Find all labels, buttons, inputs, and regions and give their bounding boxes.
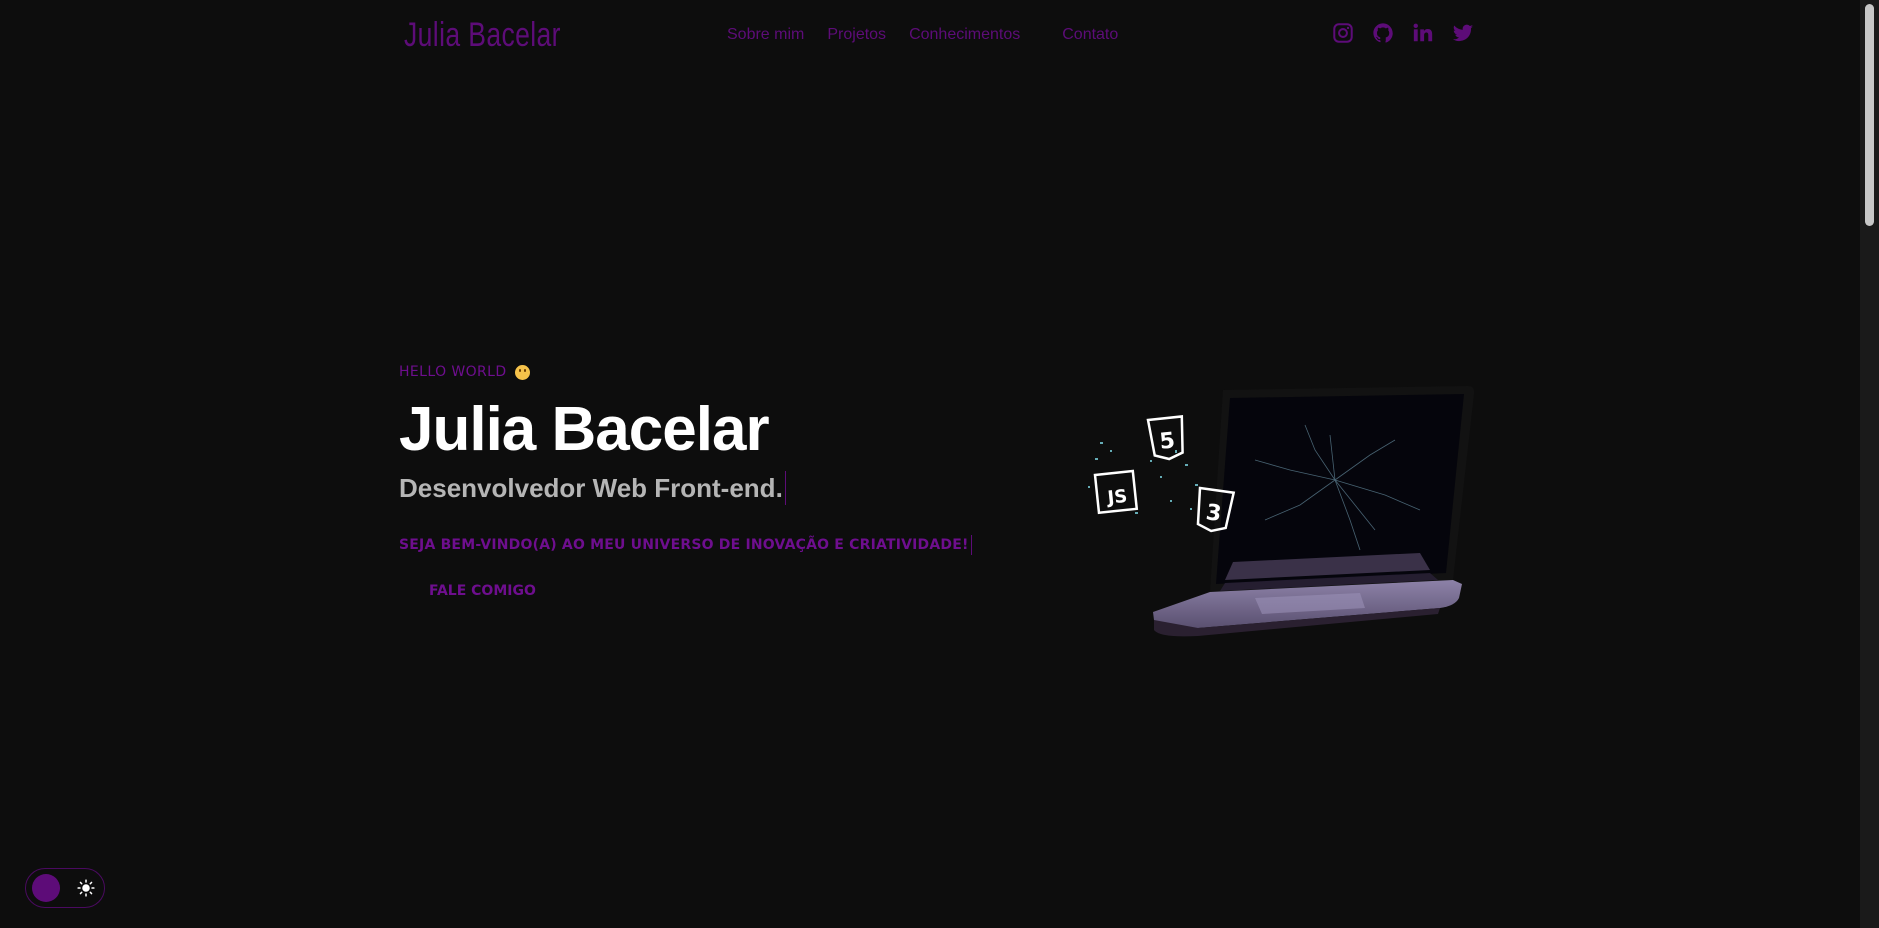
typing-caret	[970, 535, 972, 555]
nav-link-sobre-mim[interactable]: Sobre mim	[727, 26, 804, 44]
twitter-icon[interactable]	[1452, 22, 1474, 44]
html5-badge-text: 5	[1158, 428, 1176, 454]
page-scrollbar[interactable]	[1860, 0, 1879, 928]
javascript-badge-text: JS	[1105, 486, 1129, 509]
html5-badge: 5	[1146, 415, 1184, 461]
logo[interactable]: Julia Bacelar	[404, 16, 561, 55]
scrollbar-thumb[interactable]	[1865, 4, 1874, 226]
hero-role: Desenvolvedor Web Front-end.	[399, 472, 783, 503]
sun-icon	[77, 879, 95, 897]
nav-link-conhecimentos[interactable]: Conhecimentos	[909, 26, 1020, 44]
welcome-text: SEJA BEM-VINDO(A) AO MEU UNIVERSO DE INO…	[399, 535, 972, 555]
navbar: Julia Bacelar Sobre mim Projetos Conheci…	[0, 0, 1860, 72]
toggle-knob	[32, 874, 60, 902]
welcome-message: SEJA BEM-VINDO(A) AO MEU UNIVERSO DE INO…	[399, 537, 969, 553]
hero-title: Julia Bacelar	[399, 395, 770, 464]
main-menu: Sobre mim Projetos Conhecimentos Contato	[727, 26, 1141, 44]
theme-toggle[interactable]	[25, 868, 105, 908]
nav-link-projetos[interactable]: Projetos	[827, 26, 886, 44]
hero-section: HELLO WORLD Julia Bacelar Desenvolvedor …	[399, 364, 972, 599]
instagram-icon[interactable]	[1332, 22, 1354, 44]
laptop-illustration: 5 JS 3	[1050, 380, 1480, 645]
typing-caret	[784, 471, 786, 505]
greeting-text: HELLO WORLD	[399, 364, 507, 380]
smile-emoji-icon	[514, 364, 530, 380]
social-links	[1332, 22, 1474, 44]
nav-link-contato[interactable]: Contato	[1062, 26, 1118, 44]
javascript-badge: JS	[1093, 469, 1139, 515]
contact-button[interactable]: FALE COMIGO	[429, 583, 536, 599]
greeting: HELLO WORLD	[399, 364, 972, 380]
github-icon[interactable]	[1372, 22, 1394, 44]
hero-subtitle: Desenvolvedor Web Front-end.	[399, 471, 786, 505]
linkedin-icon[interactable]	[1412, 22, 1434, 44]
